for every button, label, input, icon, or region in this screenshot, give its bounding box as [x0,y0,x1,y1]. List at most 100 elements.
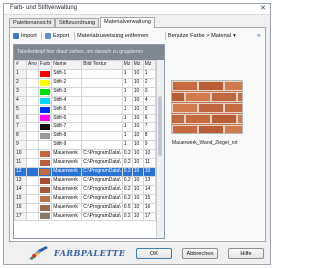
scrollbar-thumb[interactable] [158,96,162,156]
close-icon[interactable]: ✕ [260,4,266,12]
value-cell-a[interactable]: 0.2 [121,166,133,177]
color-swatch-cell[interactable] [37,175,53,186]
value-cell-b[interactable]: 10 [131,175,144,186]
column-header[interactable]: Mz [121,60,133,70]
color-swatch-cell[interactable] [37,140,53,151]
name-cell[interactable]: Mauerwerk [51,166,83,177]
color-swatch-cell[interactable] [37,86,53,97]
row-number-cell[interactable]: 7 [14,122,27,133]
table-row[interactable]: 2 Stift-2 1 10 2 [14,77,156,88]
column-header[interactable]: Ano [26,60,39,70]
texture-cell[interactable]: C:\ProgramData\ [81,184,123,195]
anon-cell[interactable] [26,113,39,124]
name-cell[interactable]: Stift-2 [51,77,83,88]
value-cell-c[interactable]: 4 [142,95,156,106]
value-cell-c[interactable]: 3 [142,86,156,97]
name-cell[interactable]: Mauerwerk [51,193,83,204]
ok-button[interactable]: OK [136,248,172,259]
row-number-cell[interactable]: 10 [14,149,27,160]
anon-cell[interactable] [26,104,39,115]
value-cell-b[interactable]: 10 [131,113,144,124]
value-cell-a[interactable]: 1 [121,122,133,133]
name-cell[interactable]: Stift-4 [51,95,83,106]
value-cell-a[interactable]: 1 [121,77,133,88]
vertical-scrollbar[interactable] [156,60,164,238]
value-cell-b[interactable]: 10 [131,104,144,115]
texture-cell[interactable] [81,95,123,106]
value-cell-a[interactable]: 0.5 [121,202,133,213]
anon-cell[interactable] [26,149,39,160]
value-cell-c[interactable]: 5 [142,104,156,115]
texture-cell[interactable]: C:\ProgramData\ [81,158,123,168]
name-cell[interactable]: Stift-5 [51,104,83,115]
value-cell-b[interactable]: 10 [131,158,144,168]
remove-material-assignment-button[interactable]: Materialzuweisung entfernen [77,31,149,41]
color-swatch-cell[interactable] [37,184,53,195]
anon-cell[interactable] [26,86,39,97]
color-swatch-cell[interactable] [37,158,53,168]
color-swatch-cell[interactable] [37,166,53,177]
anon-cell[interactable] [26,122,39,133]
value-cell-c[interactable]: 13 [142,175,156,186]
row-number-cell[interactable]: 14 [14,184,27,195]
value-cell-a[interactable]: 1 [121,113,133,124]
row-number-cell[interactable]: 4 [14,95,27,106]
table-row[interactable]: 15 Mauerwerk C:\ProgramData\ 0.2 10 15 [14,193,156,204]
texture-cell[interactable] [81,113,123,124]
color-swatch-cell[interactable] [37,131,53,142]
row-number-cell[interactable]: 17 [14,211,27,222]
value-cell-c[interactable]: 17 [142,211,156,222]
row-number-cell[interactable]: 16 [14,202,27,213]
value-cell-b[interactable]: 10 [131,77,144,88]
color-swatch-cell[interactable] [37,193,53,204]
texture-cell[interactable] [81,122,123,133]
value-cell-b[interactable]: 10 [131,149,144,160]
name-cell[interactable]: Stift-7 [51,122,83,133]
name-cell[interactable]: Mauerwerk [51,202,83,213]
row-number-cell[interactable]: 2 [14,77,27,88]
value-cell-b[interactable]: 10 [131,193,144,204]
value-cell-b[interactable]: 10 [131,184,144,195]
row-number-cell[interactable]: 11 [14,158,27,168]
row-number-cell[interactable]: 9 [14,140,27,151]
name-cell[interactable]: Mauerwerk [51,149,83,160]
value-cell-c[interactable]: 7 [142,122,156,133]
value-cell-b[interactable]: 10 [131,140,144,151]
texture-cell[interactable] [81,140,123,151]
anon-cell[interactable] [26,158,39,168]
column-header[interactable]: Mz [131,60,144,70]
row-number-cell[interactable]: 12 [14,166,27,177]
table-row[interactable]: 10 Mauerwerk C:\ProgramData\ 0.2 10 10 [14,149,156,160]
value-cell-b[interactable]: 10 [131,69,144,79]
column-header[interactable]: Bild Textur [81,60,123,70]
anon-cell[interactable] [26,166,39,177]
table-row[interactable]: 4 Stift-4 1 10 4 [14,95,156,106]
use-color-material-dropdown[interactable]: Benutze Farbe > Material ▾ [168,31,236,41]
row-number-cell[interactable]: 13 [14,175,27,186]
value-cell-a[interactable]: 1 [121,86,133,97]
value-cell-b[interactable]: 10 [131,86,144,97]
color-swatch-cell[interactable] [37,149,53,160]
value-cell-c[interactable]: 16 [142,202,156,213]
texture-cell[interactable]: C:\ProgramData\ [81,149,123,160]
value-cell-a[interactable]: 0.2 [121,149,133,160]
value-cell-a[interactable]: 1 [121,104,133,115]
value-cell-c[interactable]: 10 [142,166,156,177]
texture-cell[interactable] [81,131,123,142]
value-cell-b[interactable]: 10 [131,211,144,222]
color-swatch-cell[interactable] [37,211,53,222]
name-cell[interactable]: Stift-3 [51,86,83,97]
cancel-button[interactable]: Abbrechen [182,248,218,259]
anon-cell[interactable] [26,95,39,106]
color-swatch-cell[interactable] [37,104,53,115]
value-cell-b[interactable]: 10 [131,95,144,106]
value-cell-b[interactable]: 10 [131,202,144,213]
tab-palette-view[interactable]: Palettenansicht [9,18,56,27]
value-cell-a[interactable]: 1 [121,69,133,79]
table-row[interactable]: 8 Stift-8 1 10 8 [14,131,156,142]
color-swatch-cell[interactable] [37,122,53,133]
anon-cell[interactable] [26,140,39,151]
texture-cell[interactable]: C:\ProgramData\ [81,211,123,222]
column-header[interactable]: # [14,60,27,70]
row-number-cell[interactable]: 1 [14,69,27,79]
